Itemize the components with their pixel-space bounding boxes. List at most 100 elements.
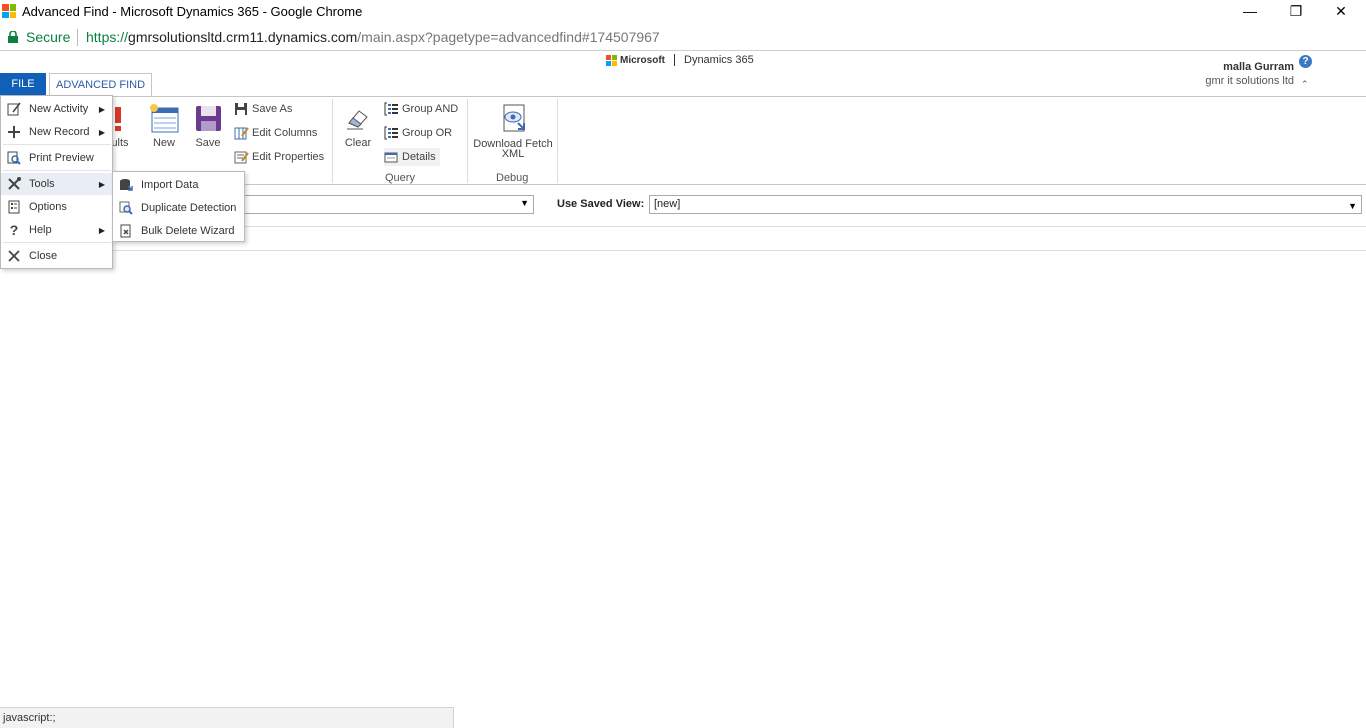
tab-advanced-find[interactable]: ADVANCED FIND (49, 73, 152, 97)
window-title: Advanced Find - Microsoft Dynamics 365 -… (22, 4, 363, 19)
close-icon (7, 249, 21, 263)
menu-item-print-preview[interactable]: Print Preview (1, 147, 112, 169)
import-data-icon (119, 178, 133, 192)
help-icon[interactable]: ? (1299, 55, 1312, 68)
submenu-item-label: Import Data (141, 179, 199, 191)
menu-separator (3, 144, 111, 145)
ribbon-separator (332, 99, 333, 183)
menu-item-label: Print Preview (29, 152, 94, 164)
save-button[interactable]: Save (190, 103, 226, 149)
menu-item-new-activity[interactable]: New Activity ▶ (1, 98, 112, 120)
edit-properties-icon (234, 150, 249, 164)
edit-columns-label: Edit Columns (252, 127, 318, 139)
tools-submenu: Import Data Duplicate Detection Bulk Del… (112, 171, 245, 242)
tab-file[interactable]: FILE (0, 73, 46, 95)
dynamics-brand: Microsoft Dynamics 365 (606, 52, 754, 68)
divider (112, 226, 1366, 227)
submenu-arrow-icon: ▶ (98, 225, 105, 235)
group-and-icon (384, 102, 399, 116)
menu-item-options[interactable]: Options (1, 196, 112, 218)
dropdown-arrow-icon: ▼ (520, 198, 529, 208)
brand-microsoft: Microsoft (620, 54, 665, 66)
save-as-button[interactable]: Save As (234, 100, 292, 118)
plus-icon (7, 125, 21, 139)
submenu-arrow-icon: ▶ (98, 104, 105, 114)
menu-item-close[interactable]: Close (1, 245, 112, 267)
collapse-header-icon[interactable]: ⌃ (1301, 79, 1309, 90)
ribbon-separator (557, 99, 558, 183)
group-and-label: Group AND (402, 103, 459, 115)
secure-label[interactable]: Secure (26, 29, 70, 45)
new-activity-icon (7, 102, 21, 116)
menu-item-help[interactable]: ? Help ▶ (1, 219, 112, 241)
submenu-arrow-icon: ▶ (98, 127, 105, 137)
address-separator (77, 29, 78, 46)
brand-product: Dynamics 365 (684, 54, 754, 66)
divider (112, 250, 1366, 251)
group-query-label: Query (385, 172, 415, 184)
lock-icon (8, 31, 18, 43)
saved-view-value: [new] (654, 198, 681, 210)
group-or-label: Group OR (402, 127, 453, 139)
saved-view-select[interactable]: [new] ▼ (649, 195, 1362, 214)
options-icon (7, 200, 21, 214)
results-label: ults (111, 137, 129, 149)
dynamics-app-icon (2, 4, 16, 18)
menu-separator (3, 170, 111, 171)
details-label: Details (402, 151, 436, 163)
url-path: /main.aspx?pagetype=advancedfind#1745079… (357, 29, 660, 45)
new-button[interactable]: New (146, 103, 182, 149)
menu-item-label: Options (29, 201, 67, 213)
user-name[interactable]: malla Gurram (1223, 61, 1294, 73)
menu-item-label: New Record (29, 126, 90, 138)
restore-button[interactable]: ❐ (1273, 2, 1319, 22)
url-domain: gmrsolutionsltd.crm11.dynamics.com (128, 29, 358, 45)
close-window-button[interactable]: ✕ (1318, 2, 1364, 22)
save-icon (193, 103, 223, 133)
minimize-button[interactable]: — (1227, 2, 1273, 22)
submenu-item-bulk-delete[interactable]: Bulk Delete Wizard (113, 220, 244, 242)
submenu-arrow-icon: ▶ (98, 179, 105, 189)
edit-columns-button[interactable]: Edit Columns (234, 124, 317, 142)
group-debug-label: Debug (496, 172, 529, 184)
microsoft-logo-icon (606, 54, 617, 66)
submenu-item-label: Duplicate Detection (141, 202, 237, 214)
save-label: Save (195, 137, 221, 149)
clear-label: Clear (344, 137, 372, 149)
url-scheme: https:// (86, 29, 129, 45)
saved-view-label: Use Saved View: (557, 198, 645, 210)
new-label: New (152, 137, 175, 149)
duplicate-detection-icon (119, 201, 133, 215)
submenu-item-duplicate-detection[interactable]: Duplicate Detection (113, 197, 244, 219)
status-bar: javascript:; (0, 707, 454, 728)
download-fetch-xml-button[interactable]: Download Fetch XML (472, 103, 554, 160)
group-and-button[interactable]: Group AND (384, 100, 458, 118)
save-as-icon (234, 102, 249, 116)
new-icon (149, 103, 179, 133)
edit-columns-icon (234, 126, 249, 140)
menu-item-tools[interactable]: Tools ▶ (1, 173, 112, 195)
edit-properties-button[interactable]: Edit Properties (234, 148, 324, 166)
bulk-delete-icon (119, 224, 133, 238)
org-name[interactable]: gmr it solutions ltd (1205, 75, 1294, 87)
file-menu: New Activity ▶ New Record ▶ Print Previe… (0, 95, 113, 269)
menu-item-new-record[interactable]: New Record ▶ (1, 121, 112, 143)
clear-button[interactable]: Clear (339, 103, 377, 149)
brand-divider (674, 54, 675, 66)
ribbon-separator (467, 99, 468, 183)
submenu-item-import-data[interactable]: Import Data (113, 174, 244, 196)
menu-item-label: New Activity (29, 103, 89, 115)
save-as-label: Save As (252, 103, 293, 115)
url-text[interactable]: https://gmrsolutionsltd.crm11.dynamics.c… (86, 29, 660, 45)
group-or-button[interactable]: Group OR (384, 124, 452, 142)
print-preview-icon (7, 151, 21, 165)
dropdown-arrow-icon: ▼ (1348, 201, 1357, 211)
menu-item-label: Close (29, 250, 58, 262)
address-bar[interactable]: Secure https://gmrsolutionsltd.crm11.dyn… (0, 24, 1366, 51)
details-button[interactable]: Details (384, 148, 440, 166)
edit-properties-label: Edit Properties (252, 151, 325, 163)
group-or-icon (384, 126, 399, 140)
menu-item-label: Help (29, 224, 52, 236)
eraser-icon (343, 103, 373, 133)
submenu-item-label: Bulk Delete Wizard (141, 225, 235, 237)
